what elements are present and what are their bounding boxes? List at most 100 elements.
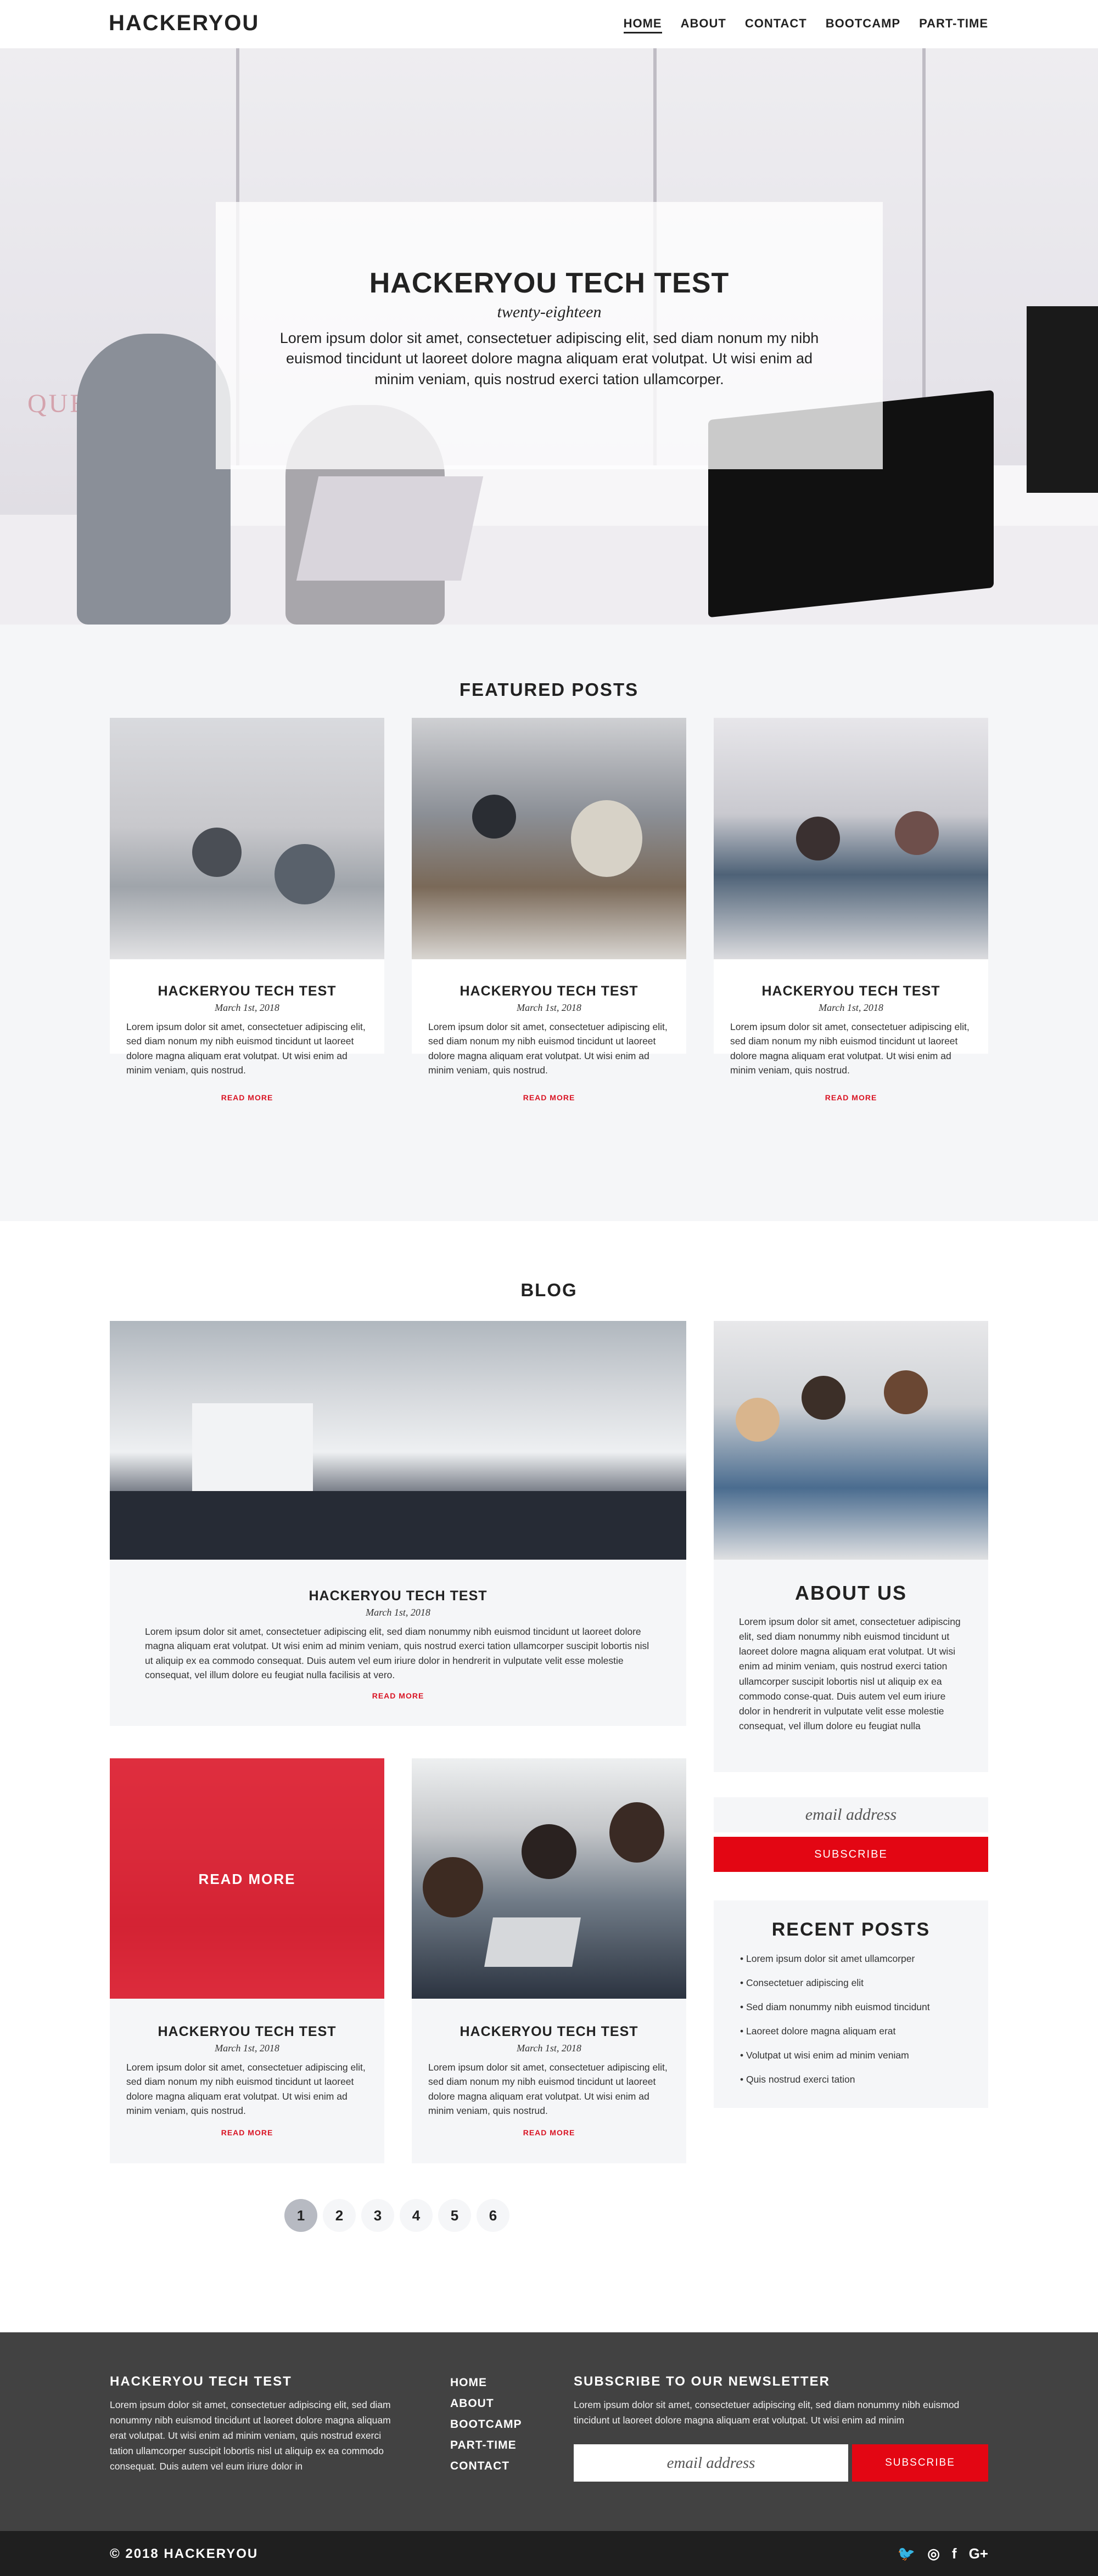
card-title: HACKERYOU TECH TEST (460, 2024, 638, 2039)
recent-post-item[interactable]: • Sed diam nonummy nibh euismod tincidun… (740, 2001, 930, 2026)
card-title: HACKERYOU TECH TEST (761, 983, 940, 999)
read-more-link[interactable]: READ MORE (110, 1093, 384, 1102)
about-us-body: ABOUT US Lorem ipsum dolor sit amet, con… (714, 1560, 988, 1772)
main-menu: HOME ABOUT CONTACT BOOTCAMP PART-TIME (623, 16, 988, 33)
recent-post-item[interactable]: • Quis nostrud exerci tation (740, 2074, 930, 2098)
recent-post-item[interactable]: • Consectetuer adipiscing elit (740, 1977, 930, 2001)
read-more-link[interactable]: READ MORE (714, 1093, 988, 1102)
recent-post-label: Consectetuer adipiscing elit (746, 1977, 864, 1988)
top-navbar: HACKERYOU HOME ABOUT CONTACT BOOTCAMP PA… (0, 0, 1098, 48)
footer-email-input[interactable]: email address (574, 2444, 848, 2482)
facebook-icon[interactable]: f (952, 2545, 957, 2562)
featured-section: FEATURED POSTS HACKERYOU TECH TEST March… (0, 625, 1098, 1221)
card-date: March 1st, 2018 (819, 1002, 883, 1013)
card-excerpt: Lorem ipsum dolor sit amet, consectetuer… (428, 2062, 668, 2116)
photo-person (522, 1824, 576, 1879)
blog-main-image (110, 1321, 686, 1560)
card-date: March 1st, 2018 (215, 2043, 279, 2054)
read-more-link[interactable]: READ MORE (110, 1691, 686, 1700)
nav-item-part-time[interactable]: PART-TIME (919, 16, 988, 33)
footer-link-home[interactable]: HOME (450, 2376, 522, 2389)
hero-monitor (1027, 306, 1098, 493)
instagram-icon[interactable]: ◎ (927, 2545, 940, 2562)
recent-post-label: Laoreet dolore magna aliquam erat (746, 2026, 896, 2037)
hero-section: QUEEN HACKERYOU TECH TEST twenty-eightee… (0, 48, 1098, 625)
photo-person (884, 1370, 928, 1414)
read-more-link[interactable]: READ MORE (412, 1093, 686, 1102)
blog-main-body: HACKERYOU TECH TEST March 1st, 2018 Lore… (110, 1560, 686, 1726)
twitter-icon[interactable]: 🐦 (898, 2545, 915, 2562)
nav-item-bootcamp[interactable]: BOOTCAMP (826, 16, 900, 33)
recent-post-item[interactable]: • Lorem ipsum dolor sit amet ullamcorper (740, 1953, 930, 1977)
newsletter-text: Lorem ipsum dolor sit amet, consectetuer… (574, 2399, 960, 2426)
about-us-text: Lorem ipsum dolor sit amet, consectetuer… (739, 1616, 961, 1731)
about-us-title: ABOUT US (795, 1582, 907, 1604)
card-date: March 1st, 2018 (215, 1002, 279, 1013)
recent-post-label: Quis nostrud exerci tation (746, 2074, 855, 2085)
blog-main-post[interactable]: HACKERYOU TECH TEST March 1st, 2018 Lore… (110, 1321, 686, 1726)
blog-card-image (412, 1758, 686, 1999)
sidebar-subscribe-button[interactable]: SUBSCRIBE (714, 1837, 988, 1872)
bottom-bar: © 2018 HACKERYOU 🐦 ◎ f G+ (0, 2531, 1098, 2576)
pagination: 1 2 3 4 5 6 (284, 2199, 509, 2232)
card-title: HACKERYOU TECH TEST (460, 983, 638, 999)
featured-image (110, 718, 384, 959)
hero-subtitle: twenty-eighteen (497, 303, 602, 321)
photo-screen (192, 1403, 313, 1491)
recent-post-label: Lorem ipsum dolor sit amet ullamcorper (746, 1953, 915, 1964)
nav-item-contact[interactable]: CONTACT (745, 16, 807, 33)
featured-card[interactable]: HACKERYOU TECH TEST March 1st, 2018 Lore… (412, 718, 686, 1102)
photo-person (423, 1857, 483, 1917)
hero-laptop (296, 476, 484, 581)
brand-logo[interactable]: HACKERYOU (109, 11, 259, 36)
card-excerpt: Lorem ipsum dolor sit amet, consectetuer… (730, 1021, 970, 1076)
recent-post-item[interactable]: • Laoreet dolore magna aliquam erat (740, 2026, 930, 2050)
recent-post-item[interactable]: • Volutpat ut wisi enim ad minim veniam (740, 2050, 930, 2074)
page-button-5[interactable]: 5 (438, 2199, 471, 2232)
about-us-image (714, 1321, 988, 1560)
sidebar-email-input[interactable]: email address (714, 1797, 988, 1832)
hero-card: HACKERYOU TECH TEST twenty-eighteen Lore… (216, 202, 883, 469)
photo-person (571, 800, 642, 877)
photo-person (895, 811, 939, 855)
page-button-6[interactable]: 6 (477, 2199, 509, 2232)
page-button-1[interactable]: 1 (284, 2199, 317, 2232)
card-date: March 1st, 2018 (517, 1002, 581, 1013)
hero-body: Lorem ipsum dolor sit amet, consectetuer… (279, 330, 819, 387)
featured-card[interactable]: HACKERYOU TECH TEST March 1st, 2018 Lore… (110, 718, 384, 1102)
page-button-4[interactable]: 4 (400, 2199, 433, 2232)
hero-person (77, 334, 231, 625)
photo-person (802, 1376, 845, 1420)
card-excerpt: Lorem ipsum dolor sit amet, consectetuer… (126, 2062, 366, 2116)
footer-link-about[interactable]: ABOUT (450, 2397, 522, 2410)
recent-posts-title: RECENT POSTS (771, 1919, 931, 1940)
blog-title: BLOG (520, 1280, 578, 1300)
card-title: HACKERYOU TECH TEST (158, 983, 337, 999)
blog-card[interactable]: READ MORE HACKERYOU TECH TEST March 1st,… (110, 1758, 384, 2163)
footer-link-part-time[interactable]: PART-TIME (450, 2439, 522, 2452)
page-button-3[interactable]: 3 (361, 2199, 394, 2232)
blog-card[interactable]: HACKERYOU TECH TEST March 1st, 2018 Lore… (412, 1758, 686, 2163)
nav-item-home[interactable]: HOME (623, 16, 662, 33)
photo-person (796, 817, 840, 860)
nav-item-about[interactable]: ABOUT (681, 16, 726, 33)
footer-links: HOME ABOUT BOOTCAMP PART-TIME CONTACT (450, 2376, 522, 2473)
featured-card[interactable]: HACKERYOU TECH TEST March 1st, 2018 Lore… (714, 718, 988, 1102)
photo-person (736, 1398, 780, 1442)
read-more-link[interactable]: READ MORE (412, 2128, 686, 2137)
google-plus-icon[interactable]: G+ (969, 2545, 988, 2562)
footer: HACKERYOU TECH TEST Lorem ipsum dolor si… (0, 2332, 1098, 2531)
footer-link-contact[interactable]: CONTACT (450, 2460, 522, 2473)
photo-person (274, 844, 335, 904)
footer-link-bootcamp[interactable]: BOOTCAMP (450, 2418, 522, 2431)
card-date: March 1st, 2018 (517, 2043, 581, 2054)
photo-laptop (484, 1917, 581, 1967)
page-button-2[interactable]: 2 (323, 2199, 356, 2232)
footer-about-text: Lorem ipsum dolor sit amet, consectetuer… (110, 2399, 391, 2472)
newsletter-title: SUBSCRIBE TO OUR NEWSLETTER (574, 2374, 830, 2389)
footer-subscribe-button[interactable]: SUBSCRIBE (852, 2444, 988, 2482)
recent-posts-widget: RECENT POSTS • Lorem ipsum dolor sit ame… (714, 1900, 988, 2108)
photo-crowd (110, 1491, 686, 1560)
read-more-link[interactable]: READ MORE (110, 2128, 384, 2137)
read-more-overlay[interactable]: READ MORE (110, 1758, 384, 1999)
